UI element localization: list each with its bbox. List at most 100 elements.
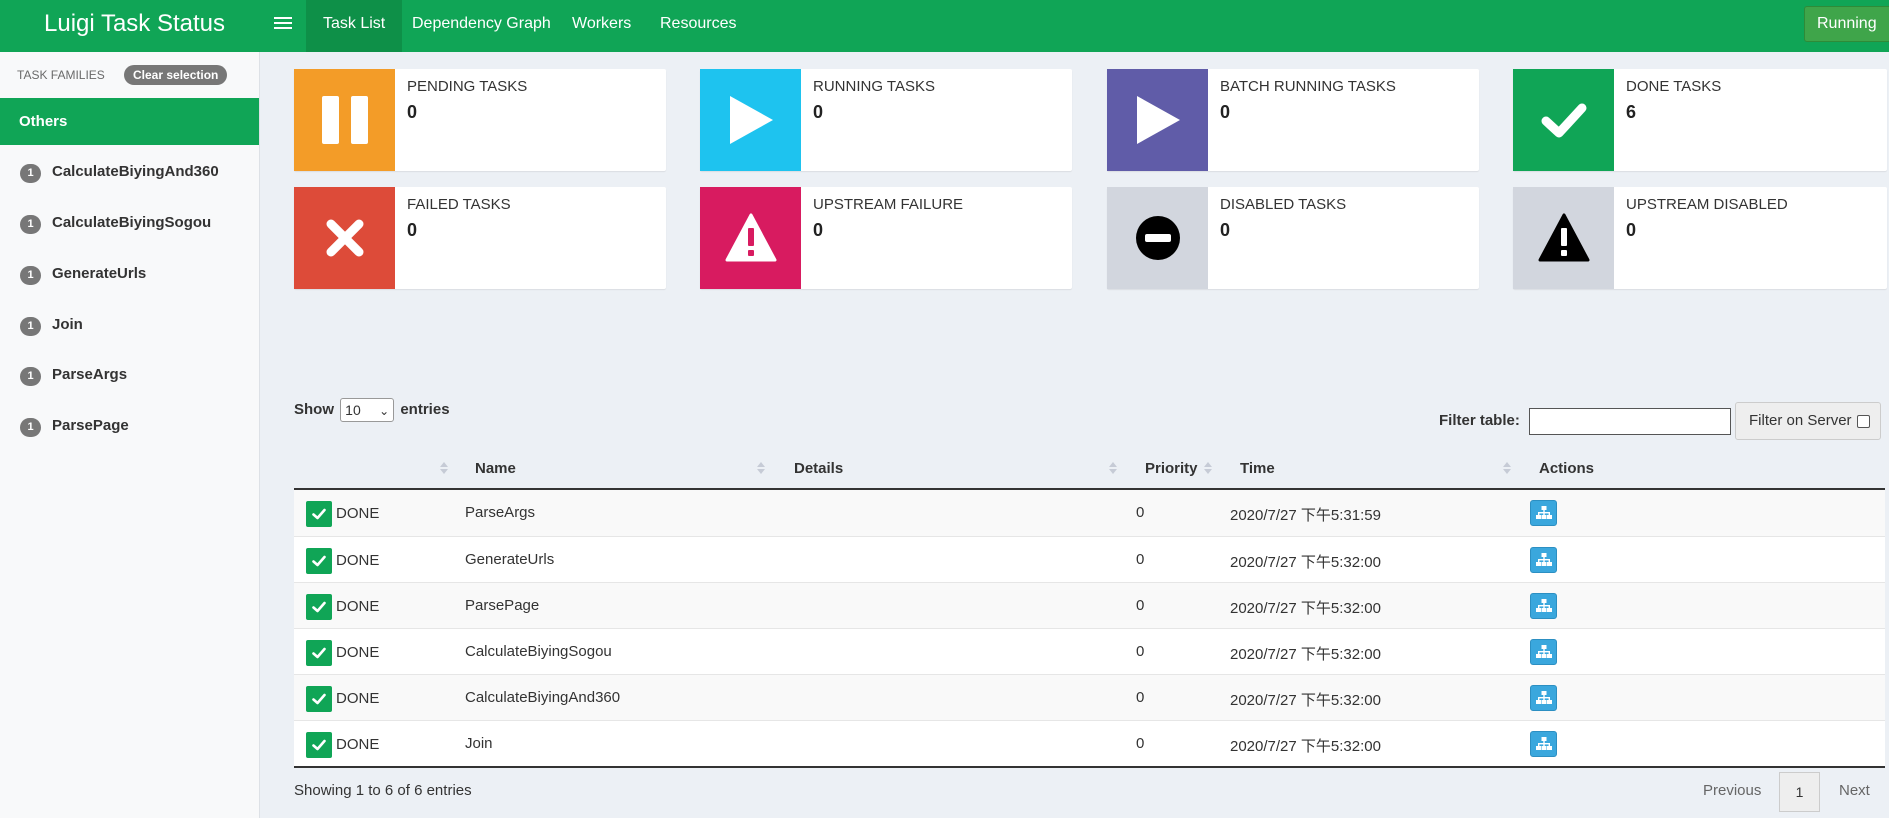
sidebar-item-label: CalculateBiyingSogou bbox=[52, 214, 212, 231]
info-value: 0 bbox=[1220, 220, 1231, 240]
task-name: GenerateUrls bbox=[465, 551, 555, 568]
task-priority: 0 bbox=[1136, 551, 1145, 568]
count-badge: 1 bbox=[20, 418, 41, 437]
sort-icon[interactable] bbox=[440, 460, 448, 476]
sidebar-item-generateurls[interactable]: 1 GenerateUrls bbox=[0, 250, 259, 300]
dependency-graph-button[interactable] bbox=[1530, 731, 1557, 757]
filter-on-server-checkbox[interactable] bbox=[1857, 415, 1870, 428]
dependency-graph-button[interactable] bbox=[1530, 639, 1557, 665]
done-status-icon bbox=[306, 594, 332, 620]
sort-icon[interactable] bbox=[1204, 460, 1212, 476]
pagination-previous[interactable]: Previous bbox=[1703, 782, 1761, 799]
info-box-batch-running[interactable]: BATCH RUNNING TASKS 0 bbox=[1107, 69, 1479, 171]
task-time: 2020/7/27 下午5:32:00 bbox=[1230, 554, 1381, 571]
play-icon bbox=[1137, 96, 1180, 144]
info-label: RUNNING TASKS bbox=[813, 78, 935, 95]
task-table-body: DONE ParseArgs 0 2020/7/27 下午5:31:59 DON… bbox=[294, 490, 1885, 768]
sidebar-item-calculatebiyingand360[interactable]: 1 CalculateBiyingAnd360 bbox=[0, 148, 259, 198]
task-name: ParseArgs bbox=[465, 504, 536, 521]
filter-on-server-label: Filter on Server bbox=[1749, 412, 1852, 429]
check-icon bbox=[312, 601, 326, 613]
check-icon bbox=[312, 739, 326, 751]
info-value: 0 bbox=[407, 102, 418, 122]
sort-icon[interactable] bbox=[1109, 460, 1117, 476]
play-icon bbox=[730, 96, 773, 144]
dependency-graph-button[interactable] bbox=[1530, 593, 1557, 619]
pagination-next[interactable]: Next bbox=[1839, 782, 1870, 799]
dependency-graph-button[interactable] bbox=[1530, 685, 1557, 711]
sort-icon[interactable] bbox=[757, 460, 765, 476]
info-icon-bg bbox=[700, 69, 801, 171]
info-icon-bg bbox=[1107, 69, 1208, 171]
table-info: Showing 1 to 6 of 6 entries bbox=[294, 782, 472, 799]
count-badge: 1 bbox=[20, 164, 41, 183]
info-icon-bg bbox=[294, 69, 395, 171]
tab-task-list[interactable]: Task List bbox=[306, 0, 403, 52]
filter-table-label: Filter table: bbox=[1439, 412, 1520, 429]
info-box-done[interactable]: DONE TASKS 6 bbox=[1513, 69, 1887, 171]
table-row: DONE GenerateUrls 0 2020/7/27 下午5:32:00 bbox=[294, 536, 1885, 582]
info-box-disabled[interactable]: DISABLED TASKS 0 bbox=[1107, 187, 1479, 289]
sort-icon[interactable] bbox=[1503, 460, 1511, 476]
task-name: CalculateBiyingSogou bbox=[465, 643, 612, 660]
column-header-time[interactable]: Time bbox=[1240, 460, 1275, 477]
filter-table-input[interactable] bbox=[1529, 408, 1731, 435]
check-icon bbox=[1541, 103, 1587, 138]
tab-dependency-graph[interactable]: Dependency Graph bbox=[395, 0, 568, 52]
sidebar-group-others[interactable]: Others bbox=[0, 98, 259, 145]
info-box-pending[interactable]: PENDING TASKS 0 bbox=[294, 69, 666, 171]
hamburger-menu-icon[interactable] bbox=[274, 14, 292, 32]
pagination-page-1[interactable]: 1 bbox=[1779, 772, 1820, 812]
task-priority: 0 bbox=[1136, 597, 1145, 614]
info-box-upstream-failure[interactable]: UPSTREAM FAILURE 0 bbox=[700, 187, 1072, 289]
task-name: ParsePage bbox=[465, 597, 540, 614]
info-value: 0 bbox=[813, 102, 824, 122]
tab-resources[interactable]: Resources bbox=[643, 0, 753, 52]
column-header-priority[interactable]: Priority bbox=[1145, 460, 1198, 477]
info-box-running[interactable]: RUNNING TASKS 0 bbox=[700, 69, 1072, 171]
show-entries-control: Show 10 ⌄ entries bbox=[294, 398, 450, 422]
sitemap-icon bbox=[1536, 737, 1552, 750]
pause-icon bbox=[322, 96, 368, 144]
sitemap-icon bbox=[1536, 599, 1552, 612]
entries-value: 10 bbox=[345, 402, 361, 418]
table-header: Name Details Priority Time Actions bbox=[294, 450, 1885, 490]
count-badge: 1 bbox=[20, 317, 41, 336]
sidebar-item-label: ParsePage bbox=[52, 417, 129, 434]
task-time: 2020/7/27 下午5:32:00 bbox=[1230, 646, 1381, 663]
app-title[interactable]: Luigi Task Status bbox=[44, 0, 225, 48]
info-value: 6 bbox=[1626, 102, 1637, 122]
done-status-icon bbox=[306, 732, 332, 758]
info-label: FAILED TASKS bbox=[407, 196, 511, 213]
task-time: 2020/7/27 下午5:31:59 bbox=[1230, 507, 1381, 524]
sidebar-item-label: Join bbox=[52, 316, 83, 333]
warning-icon bbox=[1538, 213, 1590, 262]
status-text: DONE bbox=[336, 552, 380, 569]
task-time: 2020/7/27 下午5:32:00 bbox=[1230, 692, 1381, 709]
running-button[interactable]: Running bbox=[1804, 6, 1889, 42]
entries-select[interactable]: 10 ⌄ bbox=[340, 398, 395, 422]
info-box-upstream-disabled[interactable]: UPSTREAM DISABLED 0 bbox=[1513, 187, 1887, 289]
sidebar-item-parsepage[interactable]: 1 ParsePage bbox=[0, 402, 259, 452]
filter-on-server-button[interactable]: Filter on Server bbox=[1735, 402, 1881, 440]
info-box-failed[interactable]: FAILED TASKS 0 bbox=[294, 187, 666, 289]
info-label: DISABLED TASKS bbox=[1220, 196, 1347, 213]
table-row: DONE ParsePage 0 2020/7/27 下午5:32:00 bbox=[294, 582, 1885, 628]
tab-workers[interactable]: Workers bbox=[555, 0, 648, 52]
column-header-name[interactable]: Name bbox=[475, 460, 516, 477]
sidebar-item-parseargs[interactable]: 1 ParseArgs bbox=[0, 351, 259, 401]
task-name: Join bbox=[465, 735, 493, 752]
clear-selection-button[interactable]: Clear selection bbox=[124, 65, 228, 85]
check-icon bbox=[312, 555, 326, 567]
dependency-graph-button[interactable] bbox=[1530, 500, 1557, 526]
sidebar-item-join[interactable]: 1 Join bbox=[0, 301, 259, 351]
check-icon bbox=[312, 508, 326, 520]
info-value: 0 bbox=[1626, 220, 1637, 240]
sidebar-item-label: CalculateBiyingAnd360 bbox=[52, 163, 219, 180]
info-icon-bg bbox=[294, 187, 395, 289]
info-icon-bg bbox=[1513, 187, 1614, 289]
column-header-details[interactable]: Details bbox=[794, 460, 843, 477]
dependency-graph-button[interactable] bbox=[1530, 547, 1557, 573]
check-icon bbox=[312, 647, 326, 659]
sidebar-item-calculatebiyingsogou[interactable]: 1 CalculateBiyingSogou bbox=[0, 199, 259, 249]
